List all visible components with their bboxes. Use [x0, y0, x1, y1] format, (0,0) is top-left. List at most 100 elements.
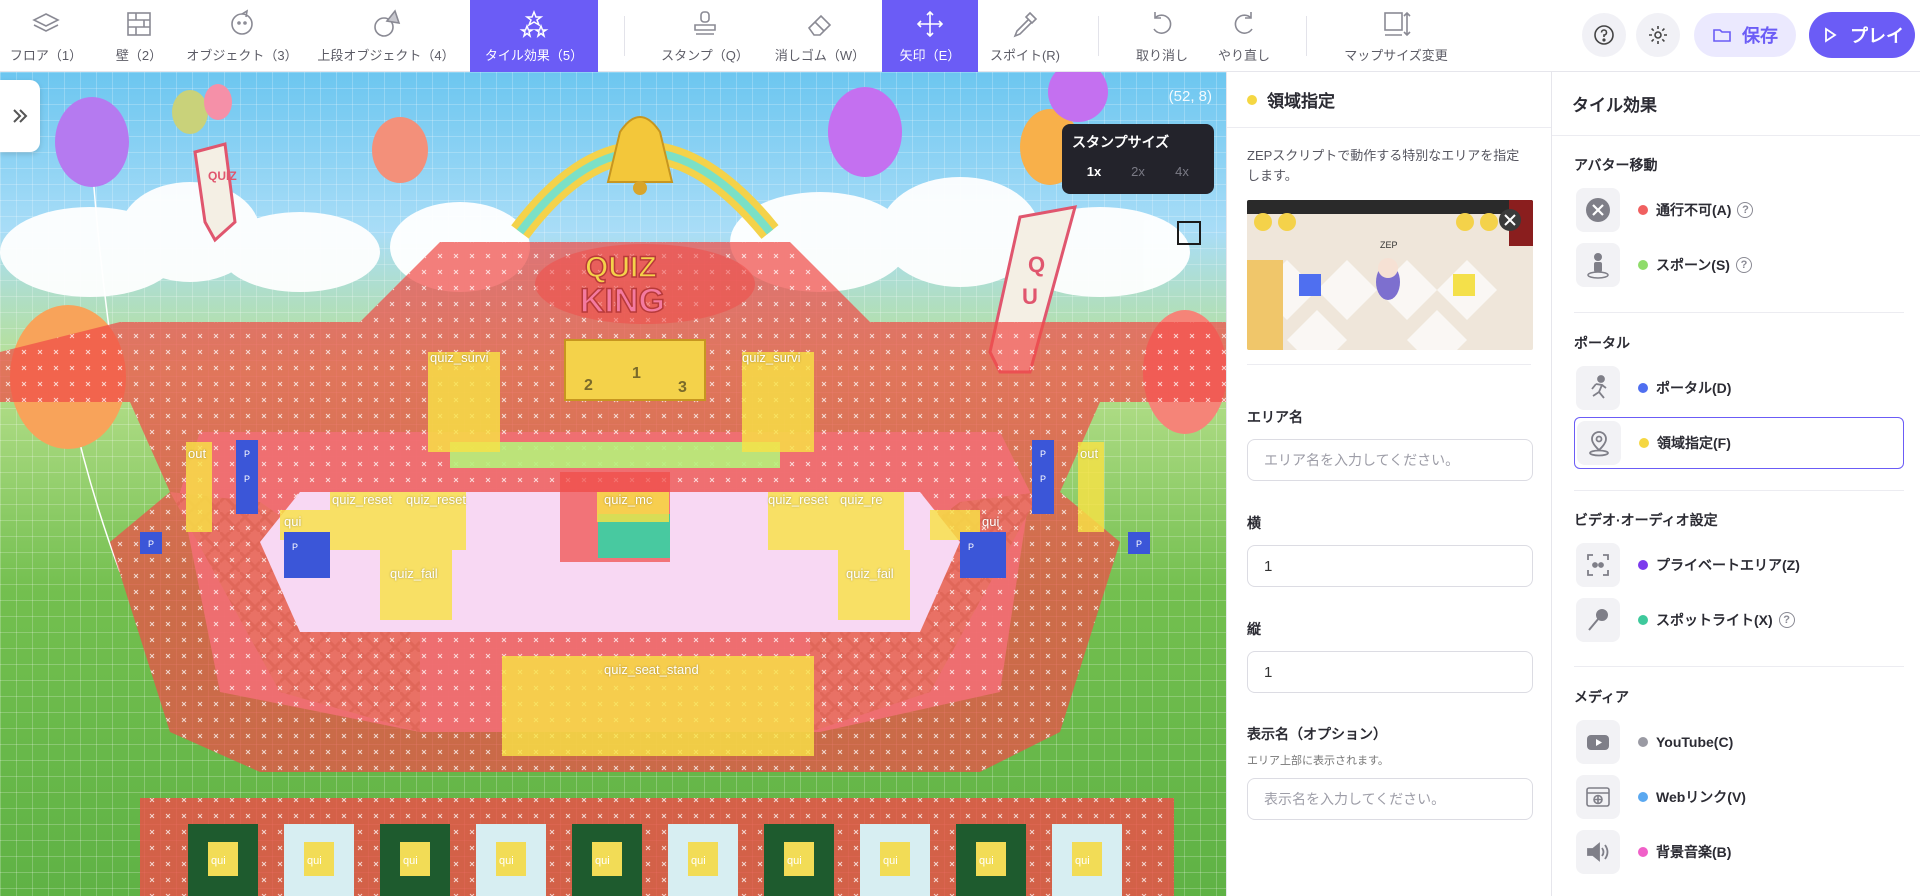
effect-label: スポーン(S): [1656, 257, 1730, 273]
tool-move-arrow[interactable]: 矢印（E）: [882, 0, 978, 72]
svg-text:P: P: [244, 474, 250, 484]
effect-weblink[interactable]: Webリンク(V): [1574, 771, 1904, 823]
tool-wall[interactable]: 壁（2）: [96, 0, 182, 72]
help-icon[interactable]: ?: [1778, 612, 1795, 628]
tool-label: 矢印（E）: [899, 47, 961, 63]
undo-button[interactable]: 取り消し: [1122, 0, 1202, 72]
wall-icon: [127, 11, 151, 36]
svg-text:P: P: [968, 542, 974, 552]
play-button[interactable]: プレイ: [1809, 12, 1915, 58]
tool-eraser[interactable]: 消しゴム（W）: [764, 0, 876, 72]
display-name-label: 表示名（オプション）: [1247, 726, 1387, 742]
section-video-audio: ビデオ·オーディオ設定: [1574, 512, 1718, 528]
toolbar-divider: [1098, 16, 1099, 56]
svg-text:qui: qui: [499, 855, 514, 867]
tool-label: スタンプ（Q）: [661, 47, 749, 63]
section-portal: ポータル: [1574, 335, 1630, 351]
folder-icon: [1713, 29, 1731, 42]
effect-label: プライベートエリア(Z): [1656, 557, 1800, 573]
stamp-size-1x[interactable]: 1x: [1072, 164, 1116, 179]
effect-color-dot: [1638, 560, 1648, 570]
double-chevron-right-icon: [13, 109, 28, 123]
save-button[interactable]: 保存: [1694, 13, 1796, 57]
settings-button[interactable]: [1636, 13, 1680, 57]
effect-label: 領域指定(F): [1657, 435, 1731, 451]
map-canvas[interactable]: QUIZ Q U QUIZ KING 2 1 3 P P P P P P P P…: [0, 72, 1226, 896]
effect-youtube[interactable]: YouTube(C): [1574, 716, 1904, 768]
banner-text: QUIZ: [208, 169, 237, 183]
display-name-input[interactable]: 表示名を入力してください。: [1247, 778, 1533, 820]
effect-label: YouTube(C): [1656, 734, 1734, 750]
svg-text:P: P: [244, 449, 250, 459]
tool-eyedropper[interactable]: スポイト(R): [980, 0, 1070, 72]
effect-bgm[interactable]: 背景音楽(B): [1574, 826, 1904, 878]
effect-icon-box: [1576, 243, 1620, 287]
top-object-icon: [374, 8, 401, 37]
effect-icon-box: [1576, 830, 1620, 874]
expand-sidebar-button[interactable]: [0, 80, 40, 152]
svg-text:P: P: [1136, 539, 1142, 549]
tool-label: 上段オブジェクト（4）: [317, 47, 455, 63]
effect-spotlight[interactable]: スポットライト(X) ?: [1574, 594, 1904, 646]
help-icon[interactable]: ?: [1735, 257, 1752, 273]
width-label: 横: [1247, 515, 1261, 531]
effect-blocked[interactable]: 通行不可(A) ?: [1574, 184, 1904, 236]
redo-button[interactable]: やり直し: [1204, 0, 1284, 72]
tool-object[interactable]: オブジェクト（3）: [186, 0, 298, 72]
area-label-survival-right: quiz_survi: [742, 350, 801, 365]
area-label-survival-left: quiz_survi: [430, 350, 489, 365]
map-pin-icon: [1589, 431, 1609, 457]
stamp-size-4x[interactable]: 4x: [1160, 164, 1204, 179]
svg-text:P: P: [1040, 474, 1046, 484]
area-panel-title: 領域指定: [1267, 92, 1335, 111]
area-label-reset: quiz_re: [840, 492, 883, 507]
effect-icon-box: [1577, 421, 1621, 465]
eraser-icon: [807, 14, 832, 36]
area-name-input[interactable]: エリア名を入力してください。: [1247, 439, 1533, 481]
svg-text:2: 2: [584, 377, 593, 394]
toolbar-divider: [1306, 16, 1307, 56]
effect-private-area[interactable]: プライベートエリア(Z): [1574, 539, 1904, 591]
area-label-qui-right: qui: [982, 514, 1000, 529]
tool-tile-effect[interactable]: タイル効果（5）: [470, 0, 598, 72]
object-icon: [231, 8, 253, 35]
effect-color-dot: [1638, 615, 1648, 625]
tile-effect-icon: [519, 9, 549, 38]
effect-icon-box: [1576, 543, 1620, 587]
speaker-icon: [1587, 842, 1609, 862]
svg-text:qui: qui: [883, 855, 898, 867]
help-button[interactable]: [1582, 13, 1626, 57]
help-icon[interactable]: ?: [1737, 202, 1754, 218]
svg-text:P: P: [292, 542, 298, 552]
tool-floor[interactable]: フロア（1）: [0, 0, 92, 72]
area-label-out-left: out: [188, 446, 207, 461]
effect-icon-box: [1576, 188, 1620, 232]
tool-label: 取り消し: [1135, 47, 1188, 63]
height-input[interactable]: 1: [1247, 651, 1533, 693]
svg-text:qui: qui: [403, 855, 418, 867]
play-icon: [1825, 27, 1837, 43]
svg-text:qui: qui: [787, 855, 802, 867]
cursor-coordinates: (52, 8): [1168, 88, 1212, 105]
effect-portal[interactable]: ポータル(D): [1574, 362, 1904, 414]
area-label-fail-left: quiz_fail: [390, 566, 438, 581]
preview-zep-tag: ZEP: [1380, 240, 1398, 250]
divider: [1574, 666, 1904, 667]
area-name-label: エリア名: [1247, 409, 1303, 425]
tool-top-object[interactable]: 上段オブジェクト（4）: [316, 0, 456, 72]
effect-spawn[interactable]: スポーン(S) ?: [1574, 239, 1904, 291]
area-preview-image: ZEP: [1247, 200, 1533, 350]
effect-color-dot: [1638, 205, 1648, 215]
tool-stamp[interactable]: スタンプ（Q）: [650, 0, 760, 72]
area-panel-header: 領域指定: [1227, 72, 1551, 128]
move-arrow-icon: [916, 10, 944, 37]
stamp-size-2x[interactable]: 2x: [1116, 164, 1160, 179]
divider: [1574, 490, 1904, 491]
save-label: 保存: [1742, 26, 1778, 46]
width-input[interactable]: 1: [1247, 545, 1533, 587]
resize-map-button[interactable]: マップサイズ変更: [1340, 0, 1452, 72]
effect-area-designation[interactable]: 領域指定(F): [1574, 417, 1904, 469]
svg-text:qui: qui: [595, 855, 610, 867]
svg-text:qui: qui: [691, 855, 706, 867]
portal-runner-icon: [1591, 375, 1607, 399]
